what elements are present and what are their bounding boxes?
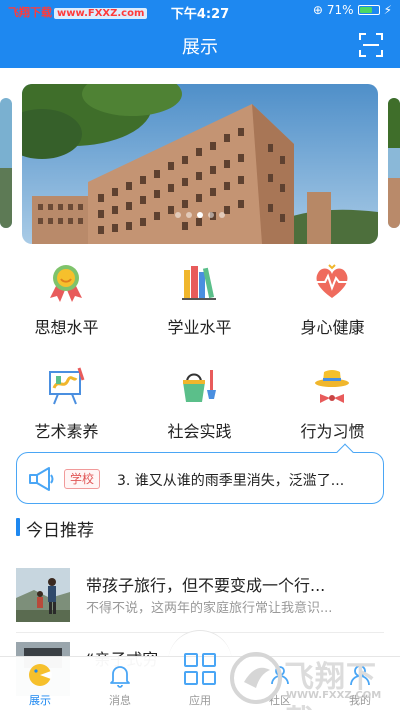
lock-rotation-icon: ⊕ <box>312 3 323 17</box>
banner-dot[interactable] <box>197 212 203 218</box>
status-right: ⊕ 71% ⚡ <box>313 3 392 17</box>
battery-icon <box>357 5 380 15</box>
medal-icon <box>50 265 82 302</box>
category-label: 学业水平 <box>167 318 232 337</box>
category-label: 行为习惯 <box>300 422 365 441</box>
tab-showcase[interactable]: 展示 <box>0 657 80 710</box>
banner-next-peek[interactable] <box>388 98 400 228</box>
apps-grid-icon <box>184 653 216 685</box>
banner-carousel[interactable] <box>22 84 378 244</box>
tab-messages[interactable]: 消息 <box>80 657 160 710</box>
banner-dot[interactable] <box>175 212 181 218</box>
pie-chart-icon <box>29 664 52 686</box>
category-label: 社会实践 <box>167 422 232 441</box>
site-watermark: 飞翔下载 WWW.FXXZ.COM <box>228 648 400 710</box>
article-thumbnail <box>16 568 70 622</box>
banner-image <box>22 84 378 244</box>
school-tag: 学校 <box>64 469 101 489</box>
charging-icon: ⚡ <box>383 3 392 17</box>
nav-bar: 展示 <box>0 22 400 68</box>
status-bar: 飞翔下载 www.FXXZ.com 下午4:27 ⊕ 71% ⚡ <box>0 0 400 22</box>
category-label: 思想水平 <box>34 318 99 337</box>
article-subtitle: 不得不说，这两年的家庭旅行常让我意识... <box>86 601 333 616</box>
notice-text: 3. 谁又从谁的雨季里消失，泛滥了... <box>117 473 345 489</box>
banner-pagination <box>22 212 378 218</box>
category-label: 艺术素养 <box>34 422 99 441</box>
bell-icon <box>110 666 130 688</box>
watermark-logo-icon <box>230 652 282 704</box>
section-accent <box>16 518 20 536</box>
notice-bar[interactable]: 学校 3. 谁又从谁的雨季里消失，泛滥了... <box>16 443 384 504</box>
battery-level <box>359 7 373 13</box>
bucket-shovel-icon <box>183 370 216 402</box>
easel-icon <box>49 367 85 405</box>
banner-dot[interactable] <box>219 212 225 218</box>
watermark-url: WWW.FXXZ.COM <box>286 690 382 701</box>
category-label: 身心健康 <box>300 318 365 337</box>
banner-prev-peek[interactable] <box>0 98 12 228</box>
battery-percent: 71% <box>326 3 354 17</box>
watermark-text: 飞翔下载 <box>284 660 377 710</box>
banner-dot[interactable] <box>186 212 192 218</box>
scan-icon[interactable] <box>358 32 384 58</box>
heart-pulse-icon <box>316 264 348 298</box>
tab-label: 展示 <box>29 694 51 707</box>
category-item-art[interactable]: 艺术素养 <box>0 362 133 452</box>
category-item-health[interactable]: 身心健康 <box>266 258 399 348</box>
tab-label: 消息 <box>109 694 131 707</box>
app-screen: 飞翔下载 www.FXXZ.com 下午4:27 ⊕ 71% ⚡ 展示 思想水平… <box>0 0 400 710</box>
section-title: 今日推荐 <box>26 521 94 541</box>
category-item-practice[interactable]: 社会实践 <box>133 362 266 452</box>
banner-dot[interactable] <box>208 212 214 218</box>
category-item-habits[interactable]: 行为习惯 <box>266 362 399 452</box>
hat-bowtie-icon <box>315 370 349 403</box>
megaphone-icon <box>29 467 54 491</box>
article-item[interactable]: 带孩子旅行，但不要变成一个行... 不得不说，这两年的家庭旅行常让我意识... <box>0 568 400 638</box>
category-item-academic[interactable]: 学业水平 <box>133 258 266 348</box>
books-icon <box>182 266 216 300</box>
article-title: 带孩子旅行，但不要变成一个行... <box>86 576 326 595</box>
category-item-thought[interactable]: 思想水平 <box>0 258 133 348</box>
page-title: 展示 <box>182 37 218 58</box>
